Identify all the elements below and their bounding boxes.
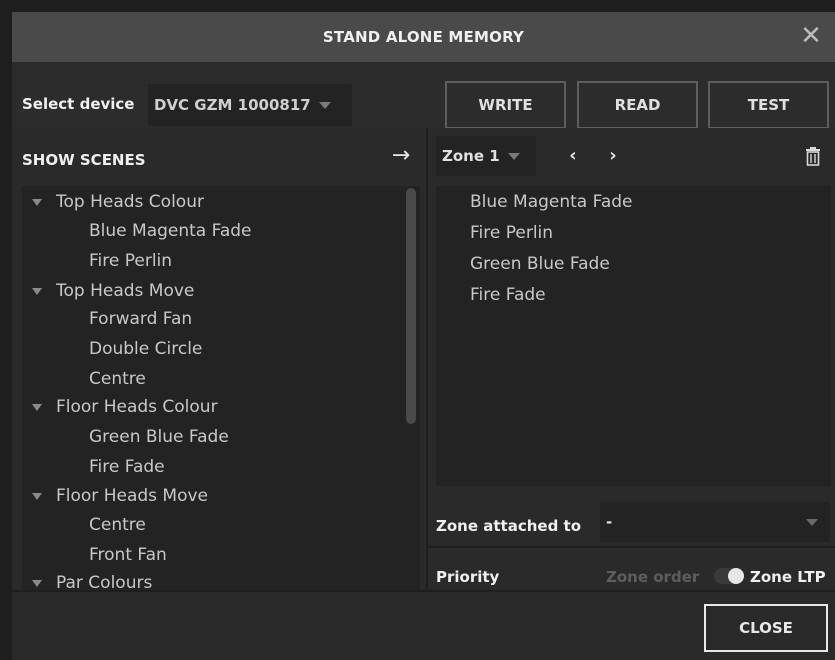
device-select[interactable]: DVC GZM 1000817 bbox=[148, 84, 352, 126]
write-button[interactable]: WRITE bbox=[445, 81, 566, 129]
tree-item-label: Centre bbox=[89, 515, 146, 535]
tree-item-label: Top Heads Move bbox=[56, 281, 195, 301]
test-button[interactable]: TEST bbox=[708, 81, 829, 129]
tree-category[interactable]: Floor Heads Move bbox=[22, 483, 208, 509]
add-to-zone-arrow-icon[interactable]: → bbox=[386, 142, 416, 170]
tree-scene-item[interactable]: Centre bbox=[22, 366, 146, 392]
zone-attached-select[interactable]: - bbox=[600, 502, 830, 542]
zone-scene-item[interactable]: Green Blue Fade bbox=[470, 254, 610, 274]
chevron-down-icon bbox=[507, 152, 520, 160]
caret-down-icon[interactable] bbox=[32, 403, 42, 411]
zone-scene-item[interactable]: Blue Magenta Fade bbox=[470, 192, 633, 212]
tree-category[interactable]: Floor Heads Colour bbox=[22, 394, 218, 420]
toggle-knob bbox=[728, 568, 744, 584]
footer: CLOSE bbox=[12, 590, 835, 660]
tree-category[interactable]: Par Colours bbox=[22, 570, 152, 590]
caret-down-icon[interactable] bbox=[32, 198, 42, 206]
zone-ltp-label: Zone LTP bbox=[750, 568, 826, 586]
scrollbar[interactable] bbox=[406, 188, 416, 424]
tree-scene-item[interactable]: Centre bbox=[22, 512, 146, 538]
tree-item-label: Fire Fade bbox=[89, 457, 165, 477]
tree-scene-item[interactable]: Double Circle bbox=[22, 336, 202, 362]
caret-down-icon[interactable] bbox=[32, 492, 42, 500]
select-device-label: Select device bbox=[22, 95, 135, 113]
read-button[interactable]: READ bbox=[577, 81, 698, 129]
caret-down-icon[interactable] bbox=[32, 287, 42, 295]
tree-category[interactable]: Top Heads Move bbox=[22, 278, 194, 304]
tree-item-label: Front Fan bbox=[89, 545, 167, 565]
zone-scene-item[interactable]: Fire Perlin bbox=[470, 223, 553, 243]
tree-scene-item[interactable]: Fire Perlin bbox=[22, 248, 172, 274]
tree-scene-item[interactable]: Front Fan bbox=[22, 542, 167, 568]
tree-item-label: Blue Magenta Fade bbox=[89, 221, 252, 241]
device-select-value: DVC GZM 1000817 bbox=[154, 96, 311, 114]
show-scenes-panel: SHOW SCENES → Top Heads Colour Blue Magen… bbox=[12, 128, 424, 590]
tree-scene-item[interactable]: Fire Fade bbox=[22, 454, 165, 480]
tree-item-label: Floor Heads Move bbox=[56, 486, 208, 506]
zone-panel: Zone 1 ‹ › Blue Magenta Fade Fire Perlin G… bbox=[428, 128, 835, 589]
tree-scene-item[interactable]: Green Blue Fade bbox=[22, 424, 229, 450]
close-button[interactable]: CLOSE bbox=[704, 604, 828, 652]
next-zone-icon[interactable]: › bbox=[600, 142, 626, 170]
trash-icon[interactable] bbox=[805, 142, 827, 170]
tree-item-label: Forward Fan bbox=[89, 309, 193, 329]
tree-item-label: Double Circle bbox=[89, 339, 203, 359]
dialog-title: STAND ALONE MEMORY bbox=[322, 28, 525, 46]
caret-down-icon[interactable] bbox=[32, 579, 42, 587]
previous-zone-icon[interactable]: ‹ bbox=[560, 142, 586, 170]
priority-label: Priority bbox=[436, 568, 500, 586]
tree-item-label: Floor Heads Colour bbox=[56, 397, 218, 417]
tree-item-label: Fire Perlin bbox=[89, 251, 173, 271]
show-scenes-header: SHOW SCENES bbox=[22, 151, 146, 169]
zone-scene-item[interactable]: Fire Fade bbox=[470, 285, 546, 305]
zone-select-value: Zone 1 bbox=[442, 147, 500, 165]
tree-item-label: Centre bbox=[89, 369, 146, 389]
zone-scene-list: Blue Magenta Fade Fire Perlin Green Blue F… bbox=[436, 186, 831, 486]
tree-scene-item[interactable]: Forward Fan bbox=[22, 306, 192, 332]
tree-item-label: Par Colours bbox=[56, 573, 153, 590]
chevron-down-icon bbox=[318, 101, 331, 109]
chevron-down-icon bbox=[806, 519, 818, 526]
stand-alone-memory-dialog: STAND ALONE MEMORY ✕ Select device DVC G… bbox=[12, 12, 835, 660]
tree-category[interactable]: Top Heads Colour bbox=[22, 189, 204, 215]
toolbar: Select device DVC GZM 1000817 WRITE READ… bbox=[12, 62, 835, 129]
zone-attached-value: - bbox=[606, 513, 613, 531]
priority-divider bbox=[428, 546, 835, 548]
tree-scene-item[interactable]: Blue Magenta Fade bbox=[22, 218, 252, 244]
scene-tree: Top Heads Colour Blue Magenta Fade Fire Pe… bbox=[22, 186, 420, 590]
zone-attached-label: Zone attached to bbox=[436, 517, 582, 535]
zone-order-label: Zone order bbox=[606, 568, 700, 586]
tree-item-label: Green Blue Fade bbox=[89, 427, 229, 447]
priority-toggle[interactable] bbox=[714, 568, 744, 584]
zone-select[interactable]: Zone 1 bbox=[436, 136, 536, 176]
tree-item-label: Top Heads Colour bbox=[56, 192, 204, 212]
close-icon[interactable]: ✕ bbox=[799, 23, 823, 49]
title-bar: STAND ALONE MEMORY ✕ bbox=[12, 12, 835, 62]
